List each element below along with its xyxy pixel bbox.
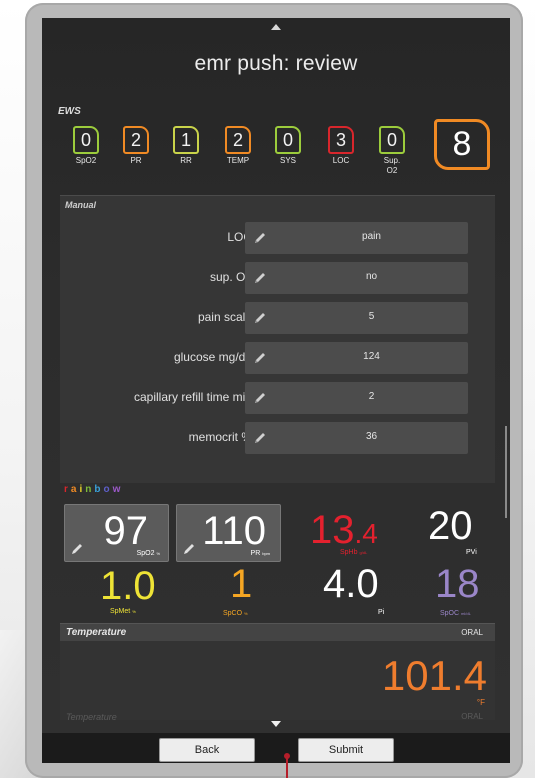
spco-label: SpCO %: [223, 610, 248, 617]
page-title: emr push: review: [194, 52, 358, 75]
pvi-value: 20: [428, 504, 473, 548]
ews-rr-label: RR: [180, 156, 192, 165]
pencil-icon: [72, 544, 82, 554]
submit-button[interactable]: Submit: [298, 738, 394, 762]
ews-total-score: 8: [434, 119, 490, 170]
sphb-value: 13.4: [310, 508, 378, 552]
spoc-value: 18: [435, 562, 480, 606]
pencil-icon: [255, 233, 265, 243]
scrollbar[interactable]: [505, 426, 507, 518]
sphb-label: SpHb g/dL: [340, 549, 368, 556]
ews-pr-score: 2: [123, 126, 149, 154]
cable: [286, 758, 288, 778]
manual-row-sup-o2: sup. O2 no: [60, 261, 495, 294]
ews-rr: 1 RR: [160, 126, 212, 166]
temperature-header: Temperature ORAL: [60, 624, 495, 641]
manual-row-loc: LOC pain: [60, 221, 495, 254]
ews-sup-o2: 0 Sup. O2: [366, 126, 418, 176]
spo2-value: 97: [103, 509, 149, 553]
capillary-refill-field[interactable]: 2: [245, 382, 468, 414]
pi-value: 4.0: [323, 562, 379, 606]
ews-sys-label: SYS: [279, 156, 296, 165]
ews-pr-label: PR: [130, 156, 142, 165]
rainbow-letter: o: [103, 484, 113, 495]
scroll-up-arrow-icon[interactable]: [271, 24, 281, 30]
manual-row-capillary-refill: capillary refill time min 2: [60, 381, 495, 414]
temperature-value: 101.4: [381, 652, 487, 699]
device-screen: emr push: review EWS 0 SpO2 2 PR 1 RR 2 …: [42, 18, 510, 733]
manual-row-memocrit: memocrit % 36: [60, 421, 495, 454]
manual-row-glucose: glucose mg/dL 124: [60, 341, 495, 374]
scroll-down-arrow-icon[interactable]: [271, 721, 281, 727]
manual-row-label: capillary refill time min: [133, 390, 252, 404]
ews-spo2: 0 SpO2: [60, 126, 112, 166]
ews-temp-label: TEMP: [226, 156, 250, 165]
ews-temp: 2 TEMP: [212, 126, 264, 166]
rainbow-letter: r: [64, 484, 71, 495]
action-bar: Back Submit: [42, 733, 510, 763]
pencil-icon: [184, 544, 194, 554]
spmet-label: SpMet %: [110, 608, 136, 615]
spmet-value: 1.0: [100, 564, 156, 608]
temperature-title: Temperature: [66, 627, 127, 638]
glucose-field[interactable]: 124: [245, 342, 468, 374]
ews-sup-o2-score: 0: [379, 126, 405, 154]
ews-sup-o2-label: Sup. O2: [366, 156, 418, 176]
pencil-icon: [255, 353, 265, 363]
sup-o2-value: no: [365, 271, 378, 282]
ews-spo2-label: SpO2: [75, 156, 97, 165]
temperature-ghost-site: ORAL: [461, 712, 483, 721]
temperature-ghost-title: Temperature: [66, 712, 117, 722]
glucose-value: 124: [363, 351, 380, 362]
pr-tile[interactable]: 110 PR bpm: [176, 504, 281, 562]
manual-row-label: memocrit %: [188, 430, 252, 444]
capillary-refill-value: 2: [368, 391, 375, 402]
temperature-site: ORAL: [461, 628, 483, 637]
pain-scale-value: 5: [368, 311, 375, 322]
manual-row-pain-scale: pain scale 5: [60, 301, 495, 334]
manual-row-label: glucose mg/dL: [173, 350, 252, 364]
manual-label: Manual: [65, 200, 97, 210]
ews-sup-o2-label-line1: Sup.: [383, 156, 401, 165]
ews-loc-label: LOC: [332, 156, 350, 165]
rainbow-letter: n: [85, 484, 95, 495]
rainbow-logo: rainbow: [64, 484, 123, 495]
memocrit-field[interactable]: 36: [245, 422, 468, 454]
ews-temp-score: 2: [225, 126, 251, 154]
ews-label: EWS: [58, 106, 81, 117]
temperature-panel: Temperature ORAL 101.4 °F: [60, 623, 495, 720]
sup-o2-field[interactable]: no: [245, 262, 468, 294]
ews-sys: 0 SYS: [262, 126, 314, 166]
pencil-icon: [255, 433, 265, 443]
pain-scale-field[interactable]: 5: [245, 302, 468, 334]
spo2-label: SpO2 %: [136, 550, 160, 557]
manual-row-label: pain scale: [197, 310, 252, 324]
pvi-label: PVi: [466, 549, 477, 556]
back-button[interactable]: Back: [159, 738, 255, 762]
pencil-icon: [255, 393, 265, 403]
memocrit-value: 36: [365, 431, 378, 442]
ews-sup-o2-label-line2: O2: [386, 166, 398, 175]
ews-loc: 3 LOC: [315, 126, 367, 166]
ews-pr: 2 PR: [110, 126, 162, 166]
ews-spo2-score: 0: [73, 126, 99, 154]
ews-loc-score: 3: [328, 126, 354, 154]
spco-value: 1: [230, 562, 253, 606]
pencil-icon: [255, 313, 265, 323]
spoc-label: SpOC ml/dL: [440, 610, 471, 617]
pr-label: PR bpm: [250, 550, 270, 557]
temperature-unit: °F: [476, 698, 485, 707]
pr-value: 110: [202, 509, 266, 553]
manual-panel: Manual LOC pain sup. O2 no pain scale 5 …: [60, 195, 495, 483]
ews-sys-score: 0: [275, 126, 301, 154]
pencil-icon: [255, 273, 265, 283]
loc-value: pain: [362, 231, 381, 242]
ews-rr-score: 1: [173, 126, 199, 154]
rainbow-letter: w: [112, 484, 124, 495]
pi-label: Pi: [378, 609, 385, 616]
spo2-tile[interactable]: 97 SpO2 %: [64, 504, 169, 562]
loc-field[interactable]: pain: [245, 222, 468, 254]
